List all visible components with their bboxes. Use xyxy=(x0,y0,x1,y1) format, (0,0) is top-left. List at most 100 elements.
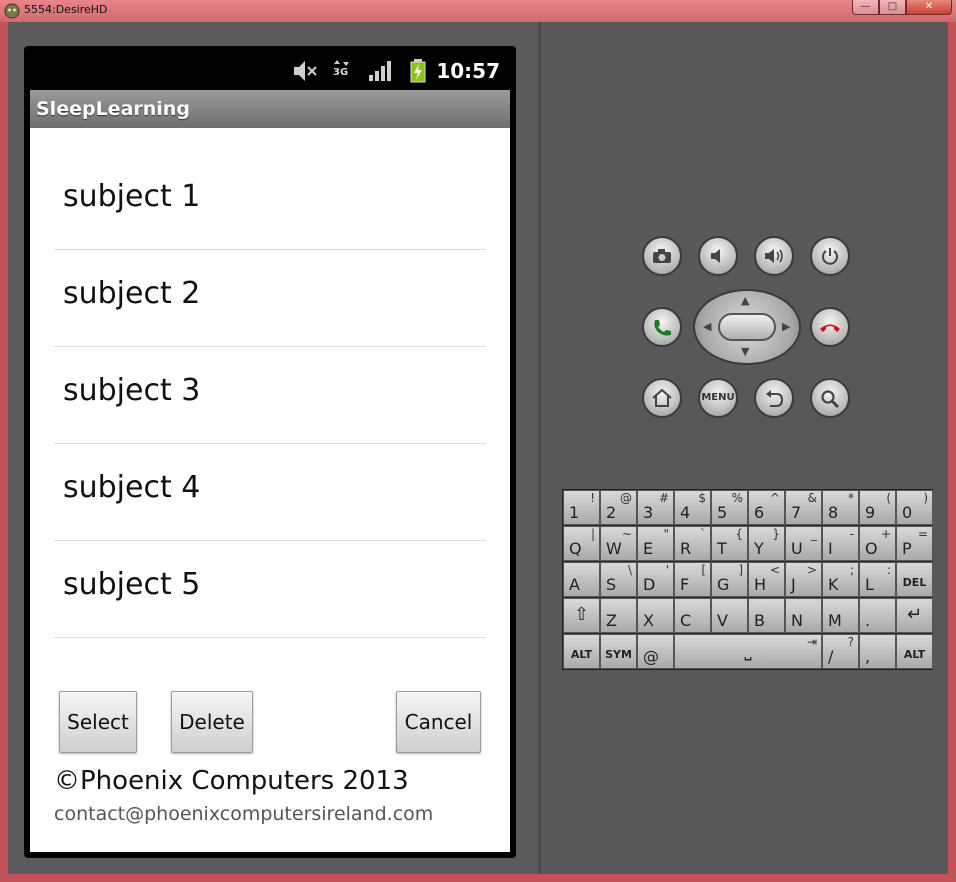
key[interactable]: DEL xyxy=(896,562,933,597)
menu-button[interactable]: MENU xyxy=(698,378,738,418)
key[interactable]: 9( xyxy=(859,490,896,525)
key-alt-label: - xyxy=(849,527,854,541)
volume-up-icon xyxy=(765,249,783,263)
key-label: V xyxy=(717,611,728,630)
dpad-up-icon[interactable]: ▲ xyxy=(741,294,749,307)
dpad-center-button[interactable] xyxy=(718,313,776,341)
list-item[interactable]: subject 2 xyxy=(54,250,486,347)
key[interactable]: H < xyxy=(748,562,785,597)
key[interactable]: 7 & xyxy=(785,490,822,525)
key[interactable]: 5% xyxy=(711,490,748,525)
key[interactable]: X xyxy=(637,598,674,633)
key-label: 7 xyxy=(791,503,802,522)
key-alt-label: = xyxy=(917,527,928,541)
slash-key[interactable]: /? xyxy=(822,634,859,669)
key-label: , xyxy=(865,647,871,666)
key-label: 5 xyxy=(717,503,728,522)
key[interactable]: S \ xyxy=(600,562,637,597)
list-item[interactable]: subject 4 xyxy=(54,444,486,541)
list-item[interactable]: subject 5 xyxy=(54,541,486,638)
power-button[interactable] xyxy=(810,236,850,276)
at-key[interactable]: @ xyxy=(637,634,674,669)
key[interactable]: U _ xyxy=(785,526,822,561)
key-alt-label: * xyxy=(848,491,854,505)
key[interactable]: C xyxy=(674,598,711,633)
maximize-button[interactable]: □ xyxy=(879,0,906,15)
home-button[interactable] xyxy=(642,378,682,418)
sym-key[interactable]: SYM xyxy=(600,634,637,669)
key-label: ⇧ xyxy=(573,604,590,625)
space-key[interactable]: ⎵ ⇥ xyxy=(674,634,822,669)
key-alt-label: } xyxy=(772,527,780,541)
key[interactable]: G] xyxy=(711,562,748,597)
action-bar: SleepLearning xyxy=(30,90,510,128)
key-alt-label: \ xyxy=(627,563,632,577)
back-icon xyxy=(766,390,784,407)
key-alt-label: { xyxy=(735,527,743,541)
volume-up-button[interactable] xyxy=(754,236,794,276)
key[interactable]: 4 $ xyxy=(674,490,711,525)
alt-right-key[interactable]: ALT xyxy=(896,634,933,669)
key[interactable]: D ' xyxy=(637,562,674,597)
key[interactable]: 6 ^ xyxy=(748,490,785,525)
key[interactable]: ⇧ xyxy=(563,598,600,633)
key[interactable]: O + xyxy=(859,526,896,561)
list-item[interactable]: subject 3 xyxy=(54,347,486,444)
camera-icon xyxy=(653,249,671,263)
key[interactable]: E " xyxy=(637,526,674,561)
key[interactable]: P = xyxy=(896,526,933,561)
key[interactable]: W ~ xyxy=(600,526,637,561)
key[interactable]: . xyxy=(859,598,896,633)
key[interactable]: A xyxy=(563,562,600,597)
cancel-button[interactable]: Cancel xyxy=(396,691,481,753)
key[interactable]: V xyxy=(711,598,748,633)
key[interactable]: F[ xyxy=(674,562,711,597)
key[interactable]: K; xyxy=(822,562,859,597)
camera-button[interactable] xyxy=(642,236,682,276)
key[interactable]: 8 * xyxy=(822,490,859,525)
dpad-left-icon[interactable]: ◀ xyxy=(703,320,711,333)
key[interactable]: Z xyxy=(600,598,637,633)
volume-down-button[interactable] xyxy=(698,236,738,276)
key-label: Y xyxy=(754,539,764,558)
key[interactable]: Q | xyxy=(563,526,600,561)
key-label: Z xyxy=(606,611,617,630)
key[interactable]: R ` xyxy=(674,526,711,561)
list-item[interactable]: subject 1 xyxy=(54,153,486,250)
close-button[interactable]: ✕ xyxy=(906,0,952,15)
key-alt-label: : xyxy=(886,563,891,577)
back-button[interactable] xyxy=(754,378,794,418)
key[interactable]: 0) xyxy=(896,490,933,525)
key-alt-label: # xyxy=(658,491,669,505)
select-button[interactable]: Select xyxy=(59,691,137,753)
key-alt-label: [ xyxy=(701,563,706,577)
key[interactable]: I- xyxy=(822,526,859,561)
alt-left-key[interactable]: ALT xyxy=(563,634,600,669)
delete-button[interactable]: Delete xyxy=(171,691,253,753)
key-label: ↵ xyxy=(906,604,923,625)
phone-call-icon xyxy=(654,320,671,336)
dpad-right-icon[interactable]: ▶ xyxy=(782,320,790,333)
key[interactable]: 2 @ xyxy=(600,490,637,525)
key[interactable]: ↵ xyxy=(896,598,933,633)
comma-key[interactable]: , xyxy=(859,634,896,669)
key-label: U xyxy=(791,539,803,558)
key[interactable]: 3 # xyxy=(637,490,674,525)
key[interactable]: M xyxy=(822,598,859,633)
key[interactable]: L: xyxy=(859,562,896,597)
search-button[interactable] xyxy=(810,378,850,418)
key[interactable]: 1! xyxy=(563,490,600,525)
key-label: 9 xyxy=(865,503,876,522)
end-call-button[interactable] xyxy=(810,307,850,347)
minimize-button[interactable]: — xyxy=(852,0,879,15)
key[interactable]: J > xyxy=(785,562,822,597)
key[interactable]: T{ xyxy=(711,526,748,561)
clock: 10:57 xyxy=(436,59,500,83)
copyright-text: ©Phoenix Computers 2013 xyxy=(54,766,409,796)
key-alt-label: ` xyxy=(700,527,706,541)
key[interactable]: B xyxy=(748,598,785,633)
key[interactable]: Y} xyxy=(748,526,785,561)
key[interactable]: N xyxy=(785,598,822,633)
call-button[interactable] xyxy=(642,307,682,347)
dpad-down-icon[interactable]: ▼ xyxy=(741,345,749,358)
